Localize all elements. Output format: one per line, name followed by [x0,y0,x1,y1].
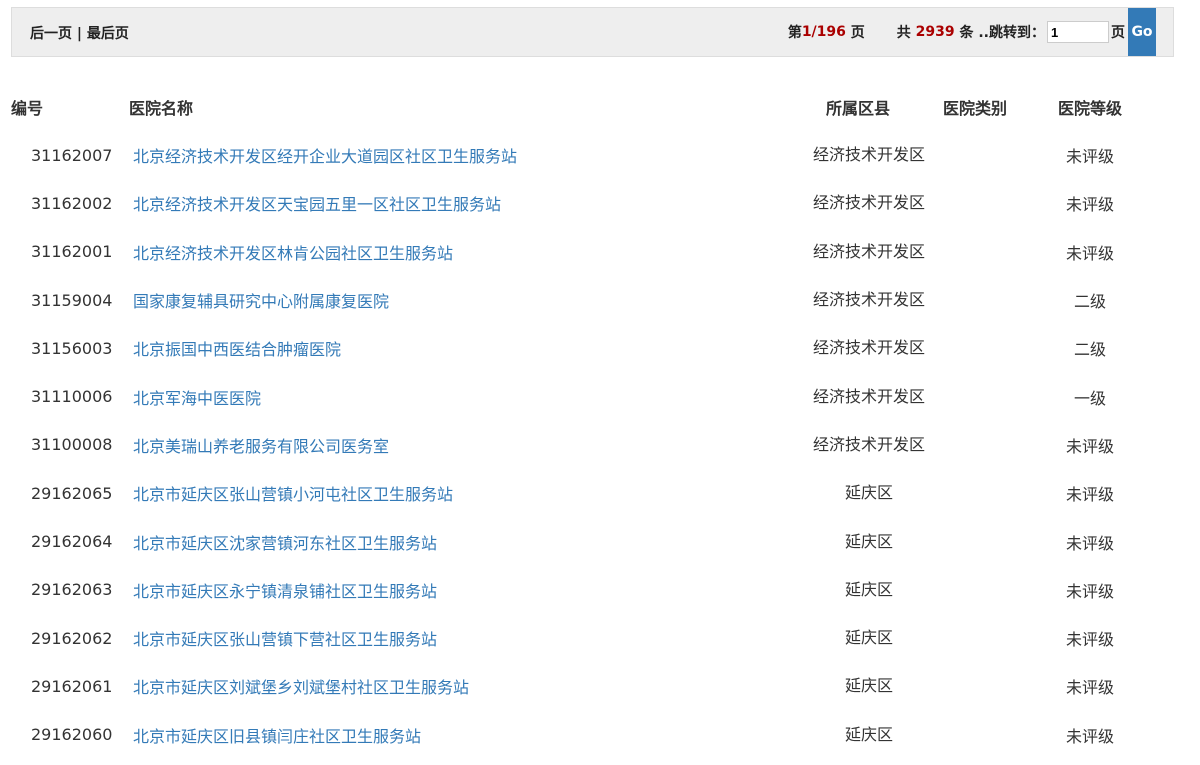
hospital-grade: 未评级 [1065,436,1114,456]
hospital-type [925,228,1035,276]
total-count: 2939 [915,24,955,40]
header-id: 编号 [11,99,44,118]
page-prefix: 第 [787,25,802,41]
hospital-grade: 未评级 [1065,726,1114,746]
table-row: 31162002 北京经济技术开发区天宝园五里一区社区卫生服务站 经济技术开发区… [11,179,1145,227]
pager-info: 第1/196 页 共 2939 条 ..跳转到： 页 Go [788,8,1156,56]
go-button[interactable]: Go [1128,8,1156,56]
hospital-id: 31162007 [31,145,113,165]
hospital-id: 29162060 [31,725,113,745]
next-page-link[interactable]: 后一页 [30,26,72,42]
hospital-name-link[interactable]: 北京市延庆区张山营镇小河屯社区卫生服务站 [133,485,453,504]
hospital-district: 延庆区 [844,724,893,744]
hospital-type [925,421,1035,469]
hospital-type [925,711,1035,759]
hospital-type [925,276,1035,324]
hospital-district: 经济技术开发区 [813,241,926,261]
hospital-type [925,131,1035,179]
hospital-type [925,469,1035,517]
header-grade: 医院等级 [1058,99,1123,118]
hospital-table: 31162007 北京经济技术开发区经开企业大道园区社区卫生服务站 经济技术开发… [11,131,1145,759]
hospital-district: 经济技术开发区 [813,145,926,165]
hospital-name-link[interactable]: 北京振国中西医结合肿瘤医院 [133,340,341,359]
table-row: 29162061 北京市延庆区刘斌堡乡刘斌堡村社区卫生服务站 延庆区 未评级 [11,662,1145,710]
hospital-grade: 未评级 [1065,678,1114,698]
hospital-type [925,614,1035,662]
hospital-id: 29162063 [31,580,113,600]
hospital-name-link[interactable]: 北京经济技术开发区经开企业大道园区社区卫生服务站 [133,147,517,166]
hospital-name-link[interactable]: 北京市延庆区刘斌堡乡刘斌堡村社区卫生服务站 [133,678,469,697]
page-suffix: 页 [850,25,865,41]
hospital-grade: 未评级 [1065,581,1114,601]
hospital-type [925,324,1035,372]
hospital-name-link[interactable]: 北京市延庆区张山营镇下营社区卫生服务站 [133,630,437,649]
hospital-type [925,179,1035,227]
hospital-district: 延庆区 [844,531,893,551]
hospital-id: 29162061 [31,676,113,696]
table-row: 31110006 北京军海中医医院 经济技术开发区 一级 [11,372,1145,420]
table-row: 29162065 北京市延庆区张山营镇小河屯社区卫生服务站 延庆区 未评级 [11,469,1145,517]
hospital-id: 31156003 [31,338,113,358]
hospital-name-link[interactable]: 北京经济技术开发区林肯公园社区卫生服务站 [133,244,453,263]
total-suffix: 条 ..跳转到： [959,25,1045,41]
pager-links: 后一页 | 最后页 [30,23,129,43]
hospital-id: 31159004 [31,290,113,310]
hospital-name-link[interactable]: 北京市延庆区沈家营镇河东社区卫生服务站 [133,534,437,553]
hospital-id: 29162062 [31,628,113,648]
header-name: 医院名称 [129,99,194,118]
table-row: 29162060 北京市延庆区旧县镇闫庄社区卫生服务站 延庆区 未评级 [11,711,1145,759]
last-page-link[interactable]: 最后页 [87,26,129,42]
hospital-district: 经济技术开发区 [813,434,926,454]
total-prefix: 共 [896,25,911,41]
hospital-type [925,372,1035,420]
table-row: 31162001 北京经济技术开发区林肯公园社区卫生服务站 经济技术开发区 未评… [11,228,1145,276]
pagination-bar: 后一页 | 最后页 第1/196 页 共 2939 条 ..跳转到： 页 Go [11,7,1174,57]
hospital-grade: 一级 [1073,388,1106,408]
hospital-id: 29162064 [31,532,113,552]
hospital-district: 延庆区 [844,579,893,599]
hospital-district: 经济技术开发区 [813,338,926,358]
hospital-district: 经济技术开发区 [813,193,926,213]
table-row: 29162063 北京市延庆区永宁镇清泉铺社区卫生服务站 延庆区 未评级 [11,566,1145,614]
hospital-type [925,662,1035,710]
hospital-grade: 未评级 [1065,147,1114,167]
table-row: 31162007 北京经济技术开发区经开企业大道园区社区卫生服务站 经济技术开发… [11,131,1145,179]
hospital-grade: 未评级 [1065,630,1114,650]
hospital-grade: 未评级 [1065,533,1114,553]
table-row: 31100008 北京美瑞山养老服务有限公司医务室 经济技术开发区 未评级 [11,421,1145,469]
hospital-id: 31162001 [31,242,113,262]
hospital-grade: 未评级 [1065,485,1114,505]
hospital-name-link[interactable]: 北京美瑞山养老服务有限公司医务室 [133,437,389,456]
hospital-name-link[interactable]: 北京市延庆区永宁镇清泉铺社区卫生服务站 [133,582,437,601]
hospital-district: 延庆区 [844,483,893,503]
hospital-district: 经济技术开发区 [813,290,926,310]
hospital-grade: 未评级 [1065,195,1114,215]
table-row: 29162062 北京市延庆区张山营镇下营社区卫生服务站 延庆区 未评级 [11,614,1145,662]
jump-suffix: 页 [1111,25,1125,41]
hospital-district: 延庆区 [844,628,893,648]
hospital-type [925,517,1035,565]
hospital-name-link[interactable]: 北京市延庆区旧县镇闫庄社区卫生服务站 [133,727,421,746]
separator: | [76,26,82,42]
header-district: 所属区县 [826,99,891,118]
hospital-id: 31100008 [31,435,113,455]
hospital-type [925,566,1035,614]
hospital-id: 31110006 [31,387,113,407]
hospital-id: 31162002 [31,193,113,213]
hospital-id: 29162065 [31,483,113,503]
jump-page-input[interactable] [1047,21,1109,43]
hospital-name-link[interactable]: 国家康复辅具研究中心附属康复医院 [133,292,389,311]
hospital-district: 延庆区 [844,676,893,696]
hospital-name-link[interactable]: 北京经济技术开发区天宝园五里一区社区卫生服务站 [133,195,501,214]
hospital-name-link[interactable]: 北京军海中医医院 [133,389,261,408]
hospital-grade: 二级 [1073,292,1106,312]
hospital-grade: 二级 [1073,340,1106,360]
page-current: 1/196 [801,24,846,40]
hospital-district: 经济技术开发区 [813,386,926,406]
table-row: 31156003 北京振国中西医结合肿瘤医院 经济技术开发区 二级 [11,324,1145,372]
table-row: 29162064 北京市延庆区沈家营镇河东社区卫生服务站 延庆区 未评级 [11,517,1145,565]
table-row: 31159004 国家康复辅具研究中心附属康复医院 经济技术开发区 二级 [11,276,1145,324]
header-type: 医院类别 [943,99,1008,118]
hospital-grade: 未评级 [1065,243,1114,263]
